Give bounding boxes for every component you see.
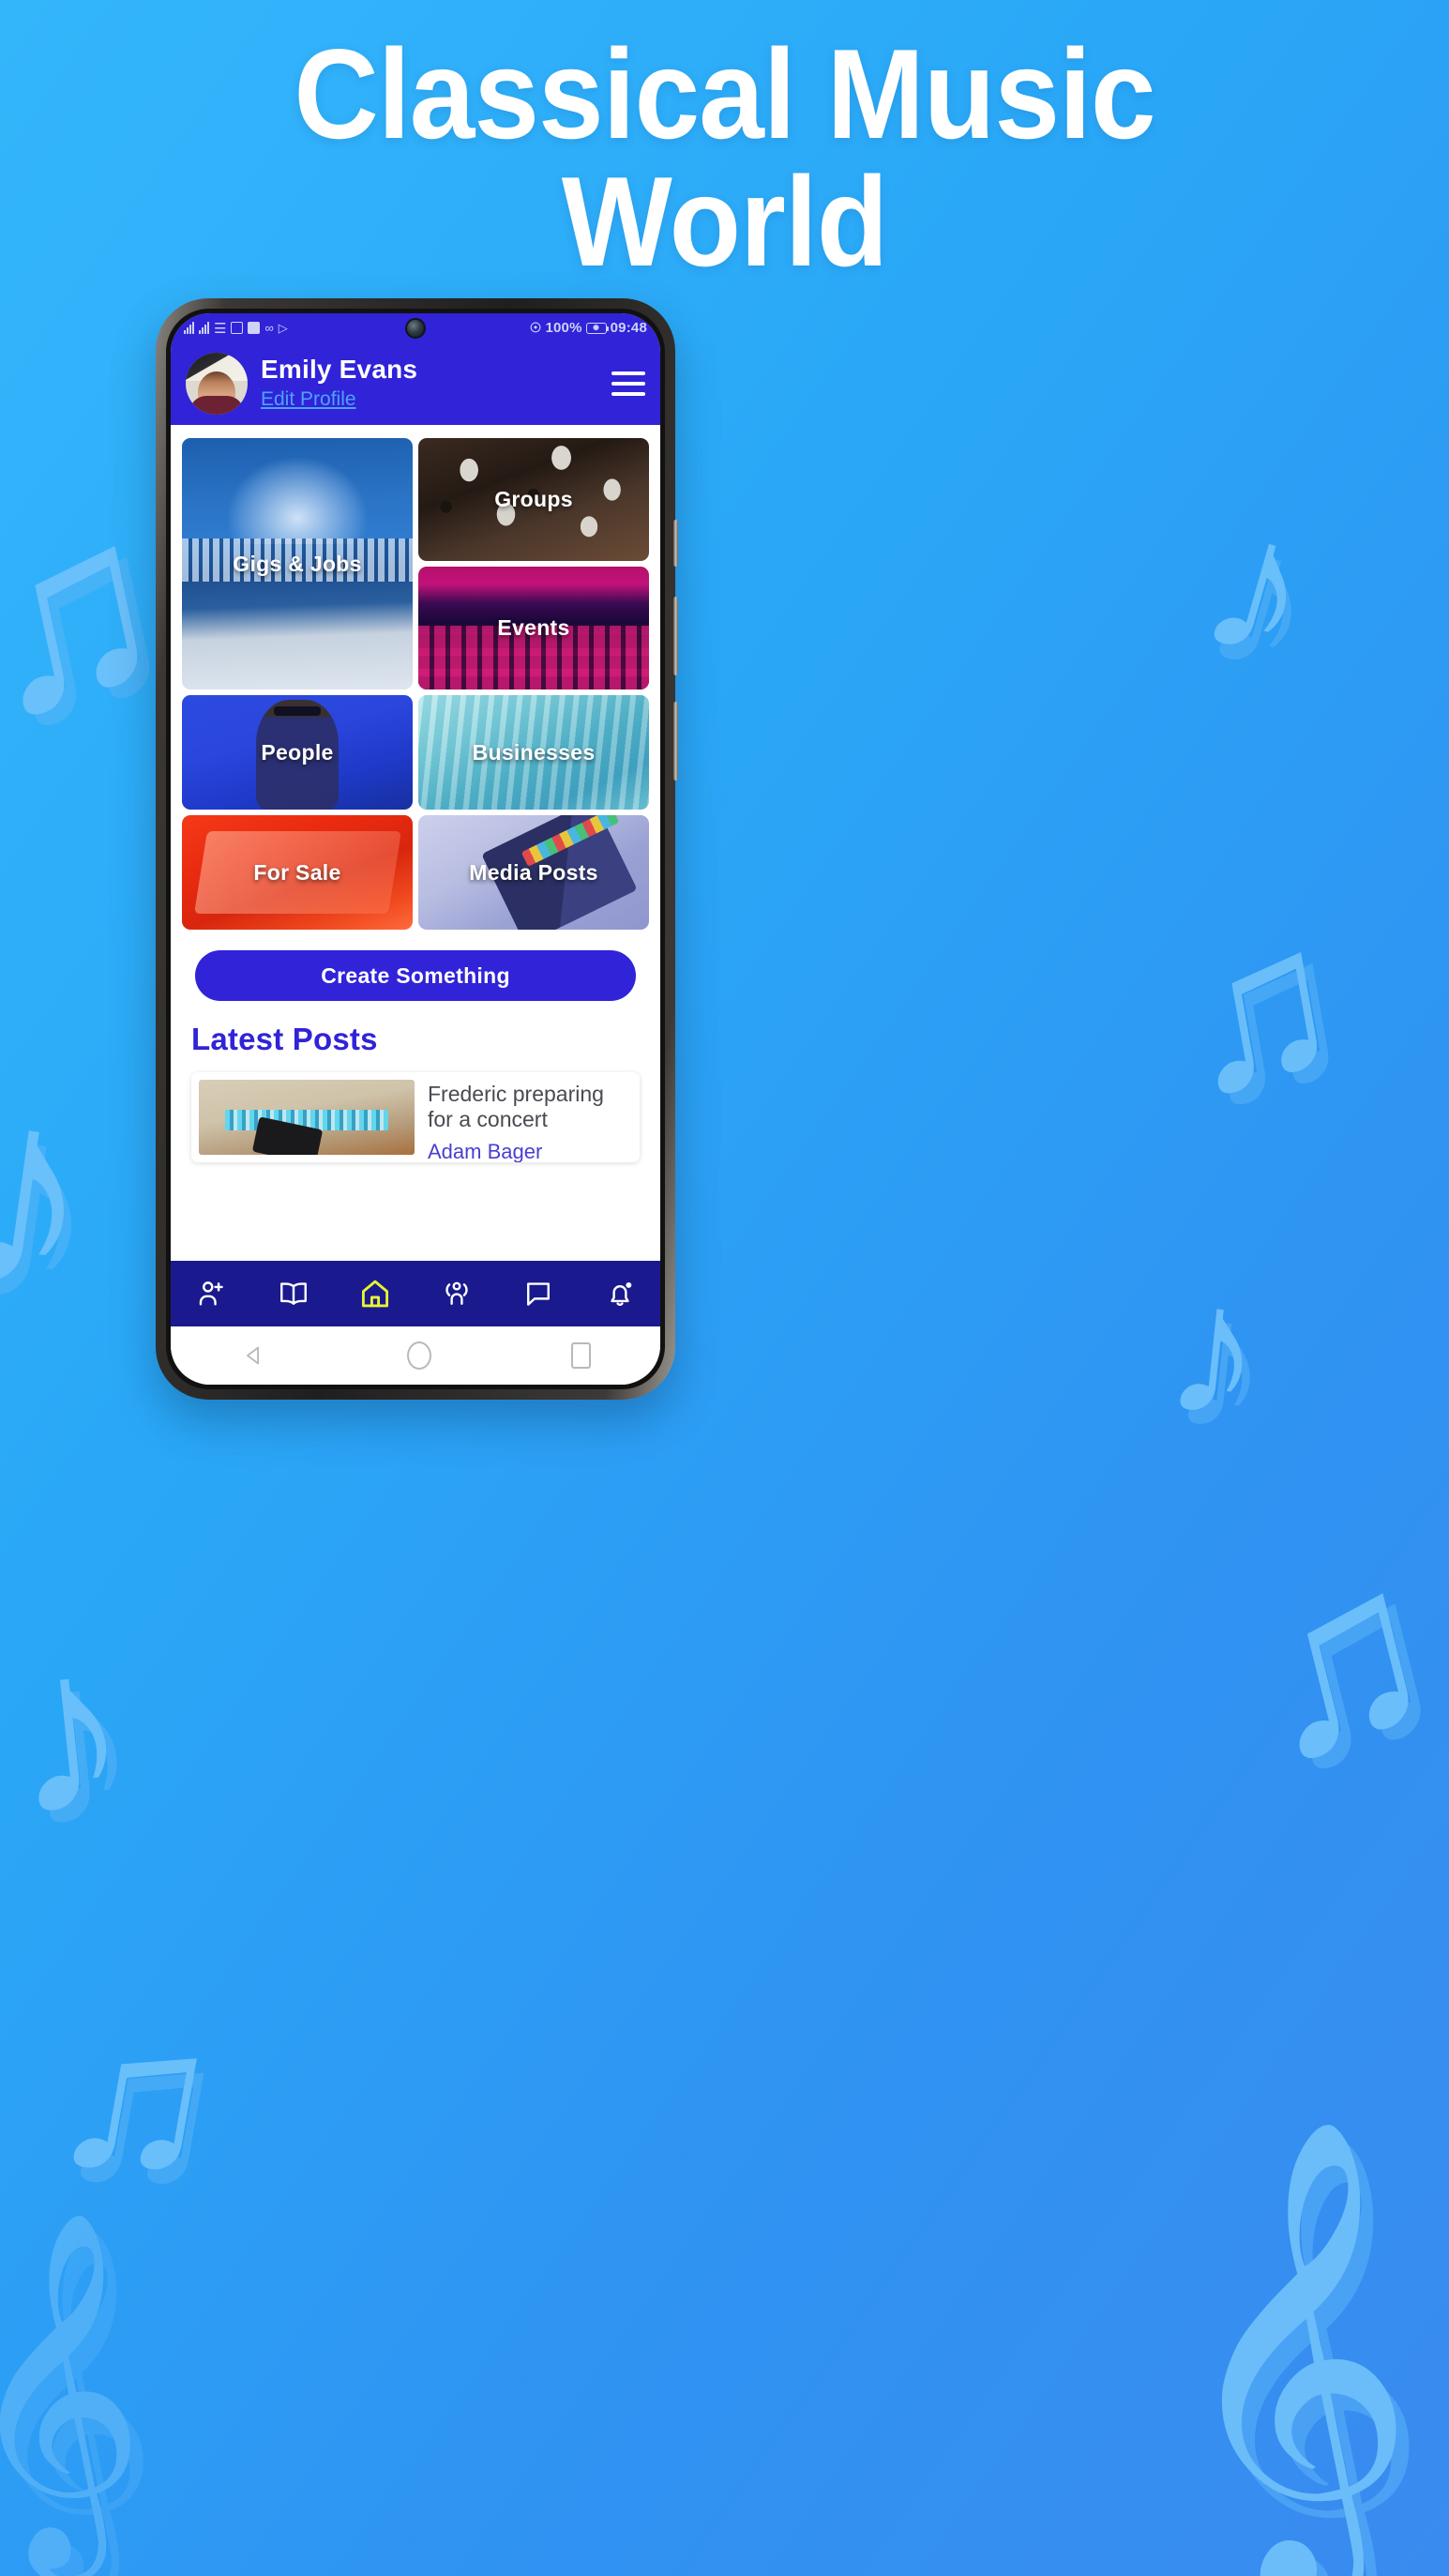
avatar[interactable] [186,353,248,415]
create-something-wrap: Create Something [171,930,660,1001]
grid-column-right: Groups Events Businesses Media Posts [418,438,649,930]
music-note-icon: ♫ [1216,1506,1449,1815]
app-header: Emily Evans Edit Profile [171,342,660,425]
tile-for-sale[interactable]: For Sale [182,815,413,930]
latest-posts-heading: Latest Posts [191,1022,378,1056]
wifi-icon: ☰ [214,320,227,337]
bell-icon [610,1281,631,1306]
user-name: Emily Evans [261,354,418,384]
tile-label: Events [497,615,570,640]
battery-percent: 100% [545,320,582,336]
music-note-icon: ♫ [1156,874,1359,1142]
hero-title: Classical Music World [0,30,1449,285]
create-something-button[interactable]: Create Something [195,950,636,1001]
edit-profile-link[interactable]: Edit Profile [261,386,356,412]
header-user-block: Emily Evans Edit Profile [261,354,598,413]
tile-people[interactable]: People [182,695,413,810]
category-grid: Gigs & Jobs People For Sale Groups Event… [171,425,660,930]
music-note-icon: ♪ [0,1594,141,1867]
document-icon [231,322,244,334]
home-icon [361,1280,388,1308]
nav-messages[interactable] [514,1273,563,1314]
hero-title-line-2: World [561,150,888,293]
tile-events[interactable]: Events [418,567,649,689]
signal-bars-icon [199,322,209,334]
bluetooth-audio-icon: ∞ [264,321,274,335]
tile-label: Businesses [472,739,596,765]
front-camera-icon [405,318,426,339]
status-bar: ☰ ∞ ▷ ☉ 100% ✺ 09:48 [171,313,660,342]
status-bar-left-icons: ☰ ∞ ▷ [184,320,288,337]
tile-label: People [261,739,334,765]
phone-volume-up-button [673,597,678,675]
people-group-icon [445,1281,468,1305]
phone-side-button [673,520,678,567]
nav-book[interactable] [269,1273,318,1314]
post-text-block: Frederic preparing for a concert Adam Ba… [428,1080,632,1162]
phone-volume-down-button [673,702,678,780]
tile-businesses[interactable]: Businesses [418,695,649,810]
nav-home[interactable] [351,1273,400,1314]
tile-label: Gigs & Jobs [233,551,362,576]
music-note-icon: ♪ [1181,466,1337,705]
tile-groups[interactable]: Groups [418,438,649,561]
hamburger-menu-icon[interactable] [611,371,645,396]
treble-clef-icon: 𝄞 [1172,2124,1417,2576]
triangle-back-icon[interactable] [241,1342,267,1369]
avatar-body [189,396,244,415]
signal-bars-icon [184,322,194,334]
battery-eco-icon: ✺ [585,322,609,334]
nav-groups[interactable] [432,1273,481,1314]
post-author[interactable]: Adam Bager [428,1140,632,1162]
nav-add-person[interactable] [188,1273,236,1314]
tile-label: Groups [494,487,573,511]
grid-column-left: Gigs & Jobs People For Sale [182,438,413,930]
post-title: Frederic preparing for a concert [428,1082,604,1132]
app-content: Gigs & Jobs People For Sale Groups Event… [171,425,660,1326]
square-recents-icon[interactable] [570,1342,591,1369]
tile-label: Media Posts [469,859,598,885]
treble-clef-icon: 𝄞 [0,2214,146,2560]
chat-bubble-icon [526,1282,550,1306]
add-person-icon [199,1281,223,1306]
book-icon [279,1282,307,1305]
post-thumbnail [199,1080,415,1155]
music-note-icon: ♪ [1156,1241,1273,1460]
tile-gigs-jobs[interactable]: Gigs & Jobs [182,438,413,689]
app-icon [248,322,261,334]
nav-notifications[interactable] [596,1273,644,1314]
play-icon: ▷ [278,320,288,335]
post-list-item[interactable]: Frederic preparing for a concert Adam Ba… [191,1072,640,1162]
phone-inner-bezel: ☰ ∞ ▷ ☉ 100% ✺ 09:48 Emily Evans Edit Pr… [166,309,665,1389]
location-pin-icon: ☉ [529,320,542,335]
phone-screen: ☰ ∞ ▷ ☉ 100% ✺ 09:48 Emily Evans Edit Pr… [171,313,660,1385]
phone-mockup: ☰ ∞ ▷ ☉ 100% ✺ 09:48 Emily Evans Edit Pr… [156,298,678,1400]
music-note-icon: ♫ [37,1962,238,2230]
tile-label: For Sale [253,859,341,885]
hero-title-line-1: Classical Music [294,23,1155,165]
tile-media-posts[interactable]: Media Posts [418,815,649,930]
music-note-icon: ♪ [0,1025,115,1357]
circle-home-icon[interactable] [406,1341,431,1370]
status-bar-right: ☉ 100% ✺ 09:48 [530,320,647,336]
status-bar-time: 09:48 [610,320,647,336]
bottom-navigation-bar [171,1261,660,1326]
android-system-nav [171,1326,660,1385]
